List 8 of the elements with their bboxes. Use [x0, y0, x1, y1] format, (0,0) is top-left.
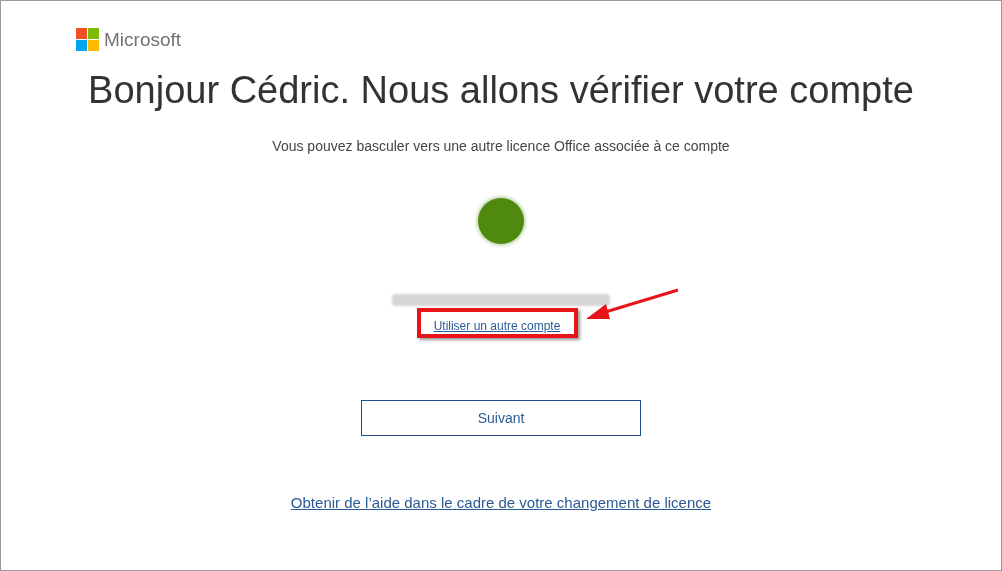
subtitle-text: Vous pouvez basculer vers une autre licence Office associée à ce compte	[272, 138, 730, 154]
avatar	[478, 198, 524, 244]
help-link[interactable]: Obtenir de l’aide dans le cadre de votre changement de licence	[290, 494, 712, 511]
windows-logo-icon	[76, 28, 99, 51]
next-button[interactable]: Suivant	[361, 400, 641, 436]
brand-name: Microsoft	[104, 28, 182, 51]
switch-account-link[interactable]: Utiliser un autre compte	[433, 316, 561, 336]
page-title: Bonjour Cédric. Nous allons vérifier votre compte	[88, 69, 914, 112]
